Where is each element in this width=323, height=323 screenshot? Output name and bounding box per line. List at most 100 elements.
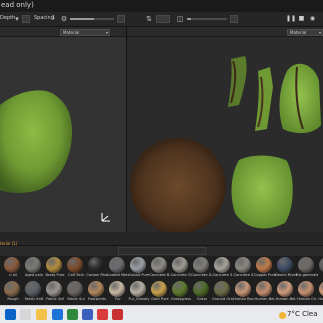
material-preview-sphere [193,257,209,273]
app-icon-blue[interactable] [82,309,93,320]
material-preview-sphere [319,257,323,273]
strength-slider[interactable] [70,18,114,20]
material-preview-sphere [25,281,41,297]
material-label: Human Bel. [254,297,276,301]
brush-settings-icon[interactable]: ⚙ [59,14,69,24]
material-thumbnail[interactable]: Fur_Ghostly [128,280,150,304]
material-preview-sphere [109,281,125,297]
weather-sun-icon [279,312,286,319]
store-icon[interactable] [67,309,78,320]
pause-icon[interactable]: ❚❚ [286,14,296,24]
material-label: Grassgrass [171,297,191,301]
substance-painter-icon[interactable] [112,309,123,320]
material-preview-sphere [130,281,146,297]
material-preview-sphere [256,257,272,273]
material-preview-sphere [109,257,125,273]
angle-slider[interactable] [187,18,227,20]
material-thumbnail[interactable]: Concrete B. [149,256,171,280]
material-label: Copper Pure [254,273,276,277]
material-preview-sphere [67,281,83,297]
material-thumbnail[interactable]: Fabric Sui [65,280,87,304]
material-thumbnail[interactable]: Fabric Sof [44,280,66,304]
depth-dropdown-icon[interactable]: ▾ [12,14,22,24]
material-thumbnail[interactable]: Carbon Fibe [86,256,108,280]
material-thumbnail[interactable]: Est.generate [296,256,318,280]
search-icon[interactable] [20,309,31,320]
shelf-search-input[interactable] [118,247,206,255]
material-thumbnail[interactable]: Concrete S. [233,256,255,280]
viewport-3d[interactable]: Material ▾ [0,27,126,232]
material-thumbnail[interactable]: Cobalt Pure [128,256,150,280]
material-thumbnail[interactable]: Coated Meta [107,256,129,280]
material-preview-sphere [319,281,323,297]
material-thumbnail[interactable]: Human Bel. [275,280,297,304]
weather-text[interactable]: 7°C Clea [287,310,318,318]
material-label: Aged pain [24,273,44,277]
material-thumbnail[interactable]: Grass [191,280,213,304]
material-label: Human Bel. [275,297,297,301]
material-label: Coated Meta [107,273,129,277]
camera-icon[interactable]: ■ [297,14,306,24]
material-thumbnail[interactable]: Grassgrass [170,280,192,304]
start-icon[interactable] [5,309,16,320]
material-thumbnail[interactable]: Brass Pure [44,256,66,280]
material-label: Gold Pure [151,297,169,301]
material-thumbnail[interactable]: Copper Pure [254,256,276,280]
viewport-2d[interactable]: Material ▾ [127,27,323,232]
material-label: Concrete S. [212,273,234,277]
material-preview-sphere [172,281,188,297]
uv-texture-islands [130,56,321,232]
material-label: Cobalt Pure [128,273,150,277]
material-label: Brass Pure [45,273,65,277]
material-thumbnail[interactable]: Human Bac. [233,280,255,304]
material-preview-sphere [130,257,146,273]
material-thumbnail[interactable]: Human Ch. [296,280,318,304]
material-label: Human Bac. [233,297,255,301]
symmetry-icon[interactable]: ⇅ [144,14,154,24]
axis-gizmo-icon [101,213,110,222]
material-thumbnail[interactable]: Concrete Cl [170,256,192,280]
material-thumbnail[interactable]: Concrete D. [191,256,213,280]
material-preview-sphere [67,257,83,273]
material-thumbnail[interactable]: Gold Pure [149,280,171,304]
material-thumbnail[interactable]: Fur [107,280,129,304]
angle-icon[interactable]: ◫ [175,14,185,24]
material-thumbnail[interactable]: Fabric Knit [23,280,45,304]
material-preview-sphere [88,281,104,297]
material-thumbnail[interactable]: Footprints [86,280,108,304]
shelf-row-1: n all Aged pain Brass Pure Calf Skin Carbon … [0,256,323,280]
material-preview-sphere [256,281,272,297]
app-icon-red[interactable] [97,309,108,320]
material-thumbnail[interactable]: Human Bel. [254,280,276,304]
material-thumbnail[interactable]: Aged pain [23,256,45,280]
material-preview-sphere [298,281,314,297]
depth-field[interactable] [22,15,30,23]
material-thumbnail[interactable]: Human Fa. [317,280,323,304]
render-icon[interactable]: ◉ [308,14,317,24]
material-preview-sphere [172,257,188,273]
edge-icon[interactable] [52,309,63,320]
material-preview-sphere [4,281,20,297]
material-thumbnail[interactable]: Ground Gra. [212,280,234,304]
material-preview-sphere [235,281,251,297]
material-thumbnail[interactable]: Calf Skin [65,256,87,280]
material-thumbnail[interactable]: Denim Rivet [275,256,297,280]
material-thumbnail[interactable]: Concrete S. [212,256,234,280]
strength-field[interactable] [117,15,125,23]
file-explorer-icon[interactable] [36,309,47,320]
material-thumbnail[interactable]: Rough [2,280,24,304]
material-thumbnail[interactable]: n all [2,256,24,280]
material-label: Human Fa. [318,297,323,301]
taskbar: 7°C Clea [0,305,323,323]
shelf-filter-bar [0,246,323,256]
material-preview-sphere [88,257,104,273]
symmetry-field[interactable] [156,15,170,23]
material-preview-sphere [298,257,314,273]
material-label: Carbon Fibe [86,273,108,277]
material-thumbnail[interactable]: Fabri [317,256,323,280]
material-label: Fabric Knit [24,297,44,301]
spacing-label: Spacing [34,15,54,21]
material-preview-sphere [214,257,230,273]
angle-field[interactable] [230,15,238,23]
material-preview-sphere [277,257,293,273]
